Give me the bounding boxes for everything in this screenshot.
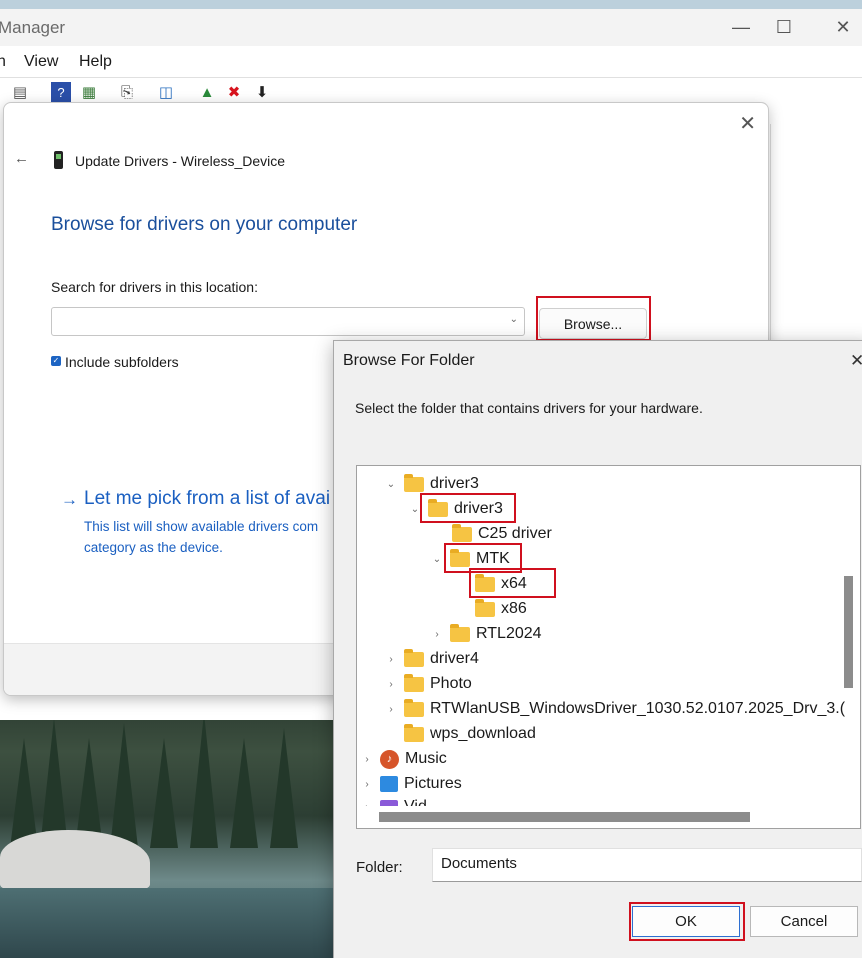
- title-bar: Manager — ☐ ✕: [0, 9, 862, 46]
- tree-node-rtl2024[interactable]: › RTL2024: [430, 623, 542, 645]
- chevron-right-icon[interactable]: ›: [360, 779, 374, 790]
- add-driver-icon[interactable]: ▲: [197, 82, 217, 102]
- folder-icon: [404, 673, 424, 692]
- scan-hardware-icon[interactable]: ◫: [156, 82, 176, 102]
- tree-node-label: Photo: [430, 675, 472, 692]
- folder-icon: [450, 623, 470, 642]
- tree-node-label: RTWlanUSB_WindowsDriver_1030.52.0107.202…: [430, 700, 846, 717]
- folder-icon: [452, 523, 472, 542]
- chevron-right-icon[interactable]: ›: [360, 754, 374, 765]
- vertical-scrollbar-thumb[interactable]: [844, 576, 853, 688]
- tree-node-label: Pictures: [404, 775, 462, 792]
- wallpaper-tree: [110, 723, 138, 848]
- chevron-right-icon[interactable]: ›: [384, 654, 398, 665]
- folder-input[interactable]: Documents: [432, 848, 862, 882]
- highlight-box-browse: [536, 296, 651, 341]
- tree-node-label: x86: [501, 600, 527, 617]
- dialog-title: Update Drivers - Wireless_Device: [75, 153, 286, 169]
- tree-node-label: driver3: [430, 475, 479, 492]
- highlight-box-driver3: [420, 493, 516, 523]
- wallpaper-tree: [270, 728, 298, 848]
- tree-node-pictures[interactable]: › Pictures: [360, 773, 462, 795]
- tree-node-c25-driver[interactable]: C25 driver: [452, 523, 552, 545]
- dialog-title: Browse For Folder: [343, 352, 475, 369]
- close-icon[interactable]: ✕: [739, 111, 756, 136]
- chevron-right-icon[interactable]: ›: [430, 629, 444, 640]
- search-location-label: Search for drivers in this location:: [51, 279, 258, 295]
- minimize-icon[interactable]: —: [718, 9, 764, 46]
- horizontal-scrollbar-thumb[interactable]: [379, 812, 750, 822]
- close-icon[interactable]: ✕: [850, 351, 862, 371]
- chevron-down-icon[interactable]: ⌄: [510, 314, 518, 325]
- tree-node-wps-download[interactable]: wps_download: [404, 723, 536, 745]
- pick-from-list-description: This list will show available drivers co…: [84, 516, 344, 558]
- highlight-box-x64: [469, 568, 556, 598]
- folder-label: Folder:: [356, 859, 403, 876]
- pick-desc-line: This list will show available drivers co…: [84, 519, 319, 534]
- menu-action[interactable]: n: [0, 53, 6, 71]
- close-icon[interactable]: ✕: [820, 9, 862, 46]
- tree-node-label: driver4: [430, 650, 479, 667]
- instruction-text: Select the folder that contains drivers …: [355, 400, 703, 416]
- tree-node-x86[interactable]: x86: [475, 598, 527, 620]
- wallpaper-tree: [40, 718, 68, 848]
- wallpaper-tree: [230, 738, 258, 848]
- tree-node-music[interactable]: › ♪ Music: [360, 748, 447, 770]
- wallpaper-tree: [150, 738, 178, 848]
- folder-icon: [404, 648, 424, 667]
- tree-node-photo[interactable]: › Photo: [384, 673, 472, 695]
- window-title: Manager: [0, 18, 66, 37]
- cancel-button[interactable]: Cancel: [750, 906, 858, 937]
- pick-from-list-link[interactable]: Let me pick from a list of avai: [84, 488, 330, 510]
- menu-view[interactable]: View: [24, 53, 58, 71]
- tree-node-rtwlanusb[interactable]: › RTWlanUSB_WindowsDriver_1030.52.0107.2…: [384, 698, 845, 720]
- page-heading: Browse for drivers on your computer: [51, 214, 358, 235]
- music-icon: ♪: [380, 749, 399, 769]
- folder-icon: [404, 473, 424, 492]
- folder-icon: [404, 723, 424, 742]
- tree-node-driver4[interactable]: › driver4: [384, 648, 479, 670]
- download-icon[interactable]: ⬇: [252, 82, 272, 102]
- arrow-right-icon: →: [61, 490, 78, 509]
- device-icon: [54, 151, 63, 169]
- folder-icon: [404, 698, 424, 717]
- include-subfolders-checkbox[interactable]: ✓: [51, 356, 61, 366]
- tree-node-label: RTL2024: [476, 625, 542, 642]
- back-arrow-icon[interactable]: ←: [14, 150, 29, 167]
- menu-bar: n View Help: [0, 46, 862, 78]
- properties-icon[interactable]: ▤: [10, 82, 30, 102]
- wallpaper-tree: [190, 713, 218, 848]
- chevron-down-icon[interactable]: ⌄: [384, 479, 398, 490]
- browse-for-folder-dialog: Browse For Folder ✕ Select the folder th…: [333, 340, 862, 958]
- update-driver-icon[interactable]: ⎘: [117, 82, 137, 102]
- desktop-wallpaper: [0, 700, 340, 958]
- folder-icon: [475, 598, 495, 617]
- wallpaper-tree: [10, 738, 38, 848]
- tree-node-driver3-parent[interactable]: ⌄ driver3: [384, 473, 479, 495]
- chevron-right-icon[interactable]: ›: [384, 704, 398, 715]
- chevron-down-icon[interactable]: ⌄: [430, 554, 444, 565]
- location-combobox[interactable]: ⌄: [51, 307, 525, 336]
- action-pane-icon[interactable]: ▦: [79, 82, 99, 102]
- tree-node-label: C25 driver: [478, 525, 552, 542]
- help-icon[interactable]: ?: [51, 82, 71, 102]
- tree-node-label: wps_download: [430, 725, 536, 742]
- uninstall-icon[interactable]: ✖: [224, 82, 244, 102]
- maximize-icon[interactable]: ☐: [761, 9, 807, 46]
- highlight-box-ok: [629, 902, 745, 941]
- include-subfolders-label: Include subfolders: [65, 354, 179, 370]
- wallpaper-water: [0, 888, 340, 958]
- folder-tree[interactable]: ⌄ driver3 ⌄ driver3 C25 driver ⌄ MTK x64…: [356, 465, 861, 829]
- menu-help[interactable]: Help: [79, 53, 112, 71]
- chevron-right-icon[interactable]: ›: [384, 679, 398, 690]
- pictures-icon: [380, 776, 398, 792]
- tree-node-label: Music: [405, 750, 447, 767]
- pick-desc-line: category as the device.: [84, 540, 223, 555]
